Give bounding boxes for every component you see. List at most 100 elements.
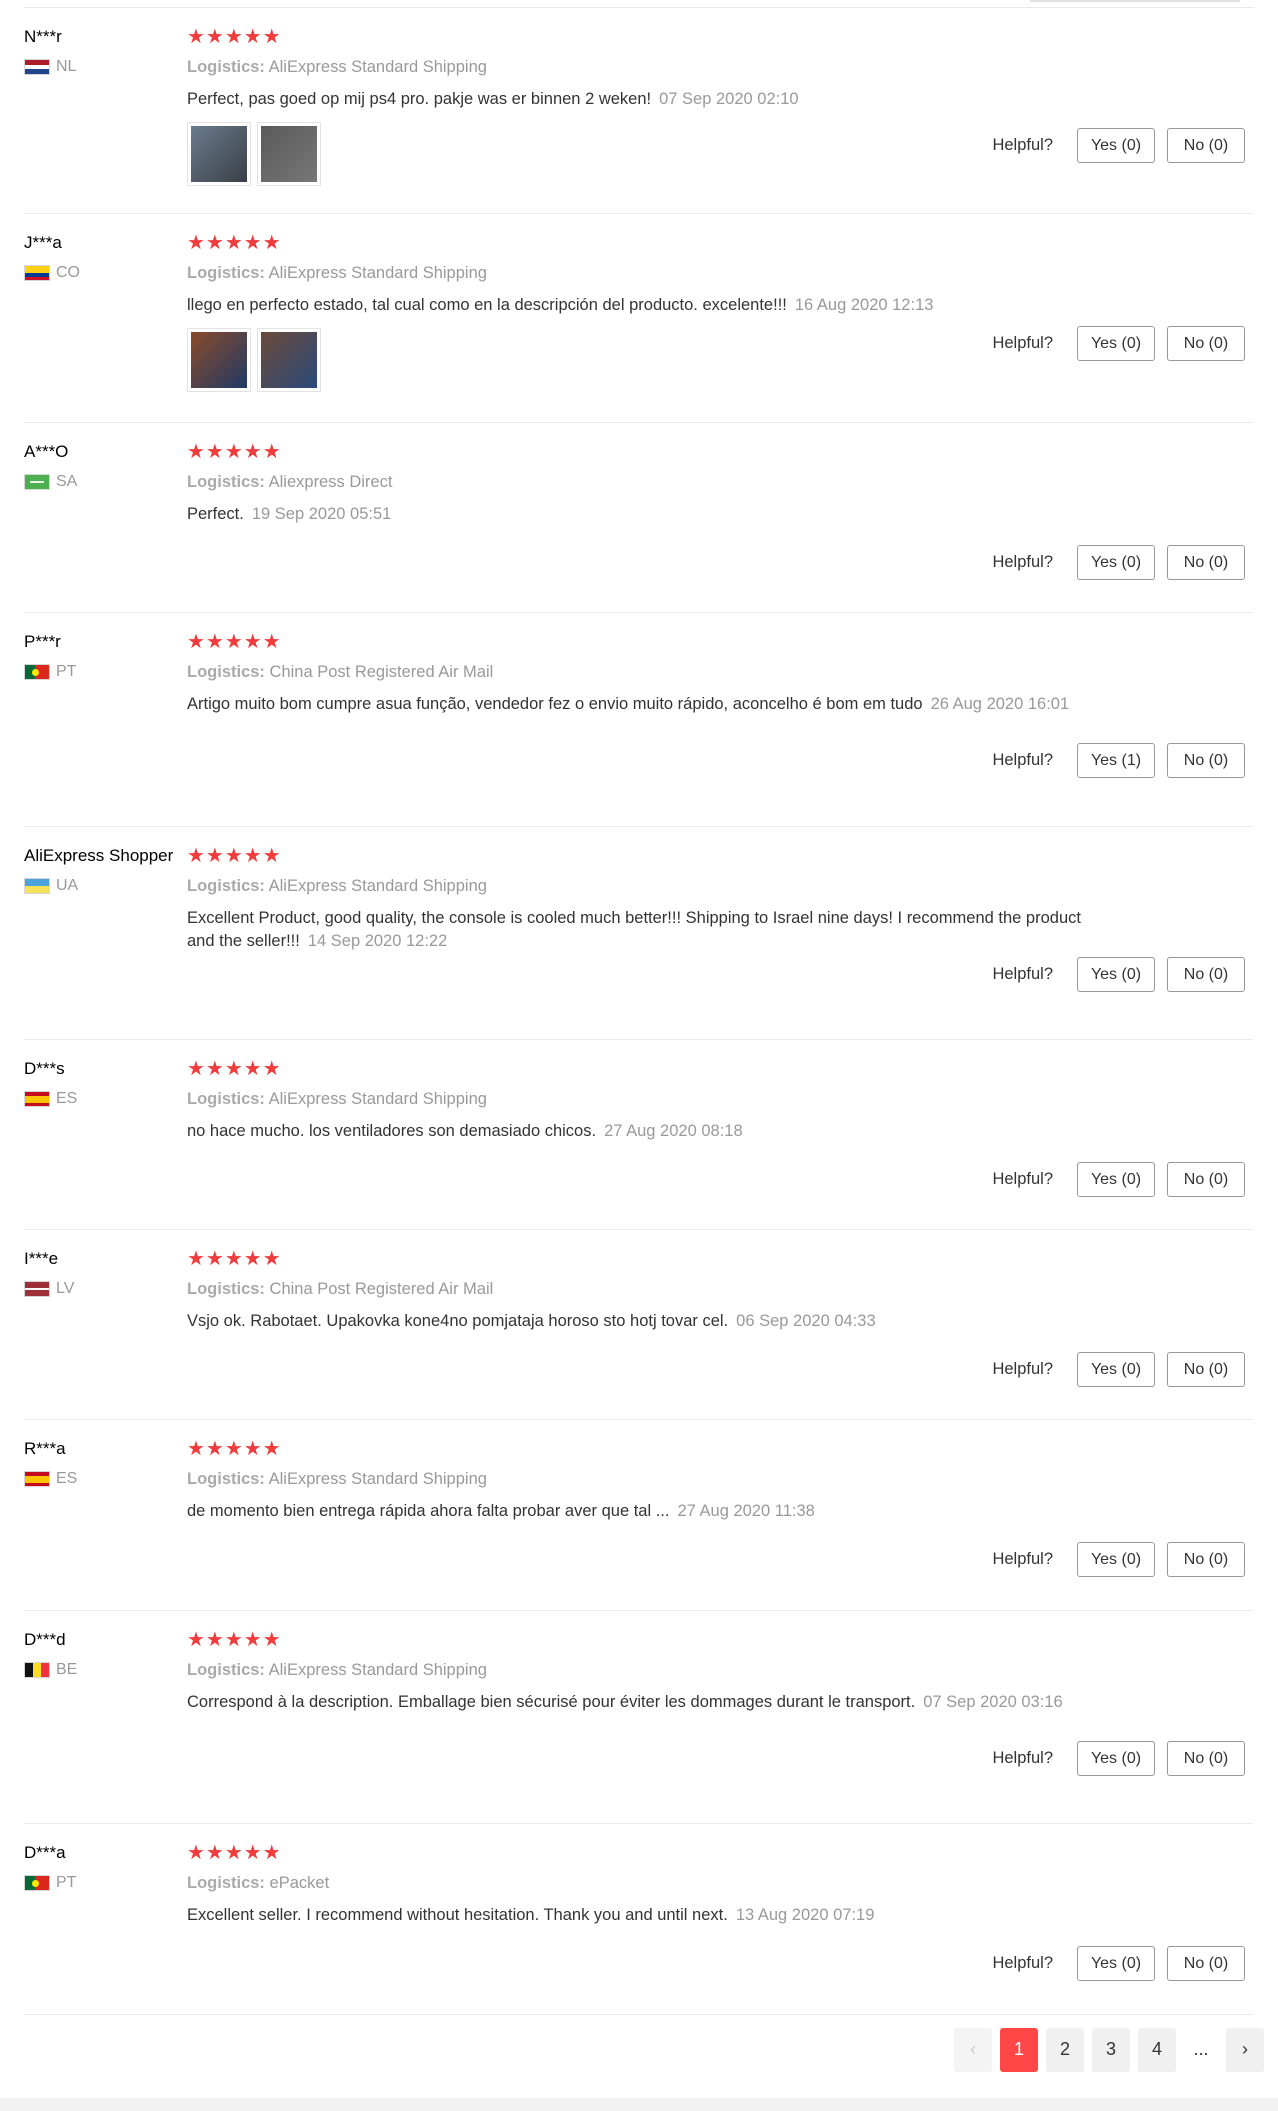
page-1-button[interactable]: 1 [1000, 2027, 1038, 2072]
country-code: NL [56, 58, 77, 75]
page-4-button[interactable]: 4 [1138, 2027, 1176, 2072]
helpful-controls: Helpful? Yes (0) No (0) [992, 1741, 1245, 1776]
review-item: D***a PT ★★★★★ Logistics: ePacket Excellent … [24, 1824, 1253, 2015]
helpful-no-button[interactable]: No (0) [1167, 1946, 1245, 1981]
star-rating-icon: ★★★★★ [187, 1842, 282, 1864]
helpful-controls: Helpful? Yes (0) No (0) [992, 1946, 1245, 1981]
review-photo-thumbnail[interactable] [257, 328, 321, 392]
next-page-button[interactable]: › [1226, 2027, 1264, 2072]
review-date: 06 Sep 2020 04:33 [736, 1312, 876, 1330]
review-date: 13 Aug 2020 07:19 [735, 1906, 875, 1924]
helpful-no-button[interactable]: No (0) [1167, 1542, 1245, 1577]
star-rating-icon: ★★★★★ [187, 232, 282, 254]
helpful-yes-button[interactable]: Yes (0) [1077, 957, 1155, 992]
country-code: UA [56, 877, 79, 894]
helpful-controls: Helpful? Yes (0) No (0) [992, 545, 1245, 580]
logistics-label: Logistics: [187, 473, 265, 491]
country-flag-icon [24, 664, 50, 680]
country-code: ES [56, 1470, 78, 1487]
helpful-yes-button[interactable]: Yes (0) [1077, 1542, 1155, 1577]
reviewer-name: AliExpress Shopper [24, 846, 174, 865]
pagination-ellipsis: ... [1193, 2039, 1209, 2059]
review-text: Perfect, pas goed op mij ps4 pro. pakje … [187, 88, 1107, 111]
reviewer-name: D***d [24, 1630, 66, 1649]
helpful-no-button[interactable]: No (0) [1167, 1162, 1245, 1197]
top-divider [0, 0, 1278, 8]
logistics-label: Logistics: [187, 1661, 265, 1679]
review-body: ★★★★★ Logistics: China Post Registered Ai… [187, 631, 1107, 716]
review-photo-thumbnail[interactable] [187, 328, 251, 392]
reviewer-name: R***a [24, 1439, 66, 1458]
reviewer-country: PT [24, 1874, 184, 1892]
review-content: Vsjo ok. Rabotaet. Upakovka kone4no pomj… [187, 1312, 729, 1330]
logistics-method: AliExpress Standard Shipping [268, 1090, 487, 1108]
helpful-yes-button[interactable]: Yes (0) [1077, 1352, 1155, 1387]
reviewer-country: ES [24, 1470, 184, 1488]
reviewer-name: P***r [24, 632, 61, 651]
country-code: BE [56, 1661, 78, 1678]
review-date: 16 Aug 2020 12:13 [794, 296, 934, 314]
country-code: CO [56, 264, 80, 281]
helpful-yes-button[interactable]: Yes (0) [1077, 1946, 1155, 1981]
sort-dropdown-edge[interactable] [1030, 0, 1240, 2]
reviewer-country: SA [24, 473, 184, 491]
prev-page-button[interactable]: ‹ [954, 2027, 992, 2072]
review-content: Excellent seller. I recommend without he… [187, 1906, 728, 1924]
review-body: ★★★★★ Logistics: AliExpress Standard Ship… [187, 1058, 1107, 1143]
review-photo-thumbnail[interactable] [257, 122, 321, 186]
review-body: ★★★★★ Logistics: AliExpress Standard Ship… [187, 26, 1107, 186]
reviewer-country: UA [24, 877, 184, 895]
country-code: PT [56, 663, 77, 680]
review-content: Perfect. [187, 505, 244, 523]
review-date: 27 Aug 2020 11:38 [677, 1502, 815, 1520]
review-content: llego en perfecto estado, tal cual como … [187, 296, 787, 314]
helpful-yes-button[interactable]: Yes (0) [1077, 1741, 1155, 1776]
logistics-label: Logistics: [187, 1090, 265, 1108]
review-item: R***a ES ★★★★★ Logistics: AliExpress Standa… [24, 1420, 1253, 1611]
review-photo-thumbnail[interactable] [187, 122, 251, 186]
helpful-no-button[interactable]: No (0) [1167, 128, 1245, 163]
review-list: N***r NL ★★★★★ Logistics: AliExpress Standa… [24, 8, 1253, 2015]
helpful-no-button[interactable]: No (0) [1167, 743, 1245, 778]
helpful-yes-button[interactable]: Yes (0) [1077, 128, 1155, 163]
reviewer-info: D***s ES [24, 1058, 184, 1108]
reviewer-name: I***e [24, 1249, 59, 1268]
country-code: SA [56, 473, 78, 490]
review-text: Excellent Product, good quality, the con… [187, 907, 1107, 953]
page-2-button[interactable]: 2 [1046, 2027, 1084, 2072]
helpful-label: Helpful? [992, 1170, 1053, 1188]
logistics-info: Logistics: AliExpress Standard Shipping [187, 263, 1107, 283]
logistics-label: Logistics: [187, 1470, 265, 1488]
review-body: ★★★★★ Logistics: AliExpress Standard Ship… [187, 845, 1107, 953]
review-text: Correspond à la description. Emballage b… [187, 1691, 1107, 1714]
star-rating-icon: ★★★★★ [187, 1438, 282, 1460]
logistics-info: Logistics: AliExpress Standard Shipping [187, 876, 1107, 896]
helpful-no-button[interactable]: No (0) [1167, 1352, 1245, 1387]
helpful-label: Helpful? [992, 1360, 1053, 1378]
logistics-info: Logistics: Aliexpress Direct [187, 472, 1107, 492]
review-text: de momento bien entrega rápida ahora fal… [187, 1500, 1107, 1523]
country-flag-icon [24, 878, 50, 894]
page-3-button[interactable]: 3 [1092, 2027, 1130, 2072]
helpful-yes-button[interactable]: Yes (0) [1077, 1162, 1155, 1197]
footer-strip [0, 2098, 1278, 2111]
logistics-info: Logistics: China Post Registered Air Mai… [187, 662, 1107, 682]
logistics-label: Logistics: [187, 1280, 265, 1298]
country-flag-icon [24, 474, 50, 490]
review-item: A***O SA ★★★★★ Logistics: Aliexpress Direct… [24, 423, 1253, 613]
logistics-info: Logistics: AliExpress Standard Shipping [187, 1660, 1107, 1680]
review-text: Vsjo ok. Rabotaet. Upakovka kone4no pomj… [187, 1310, 1107, 1333]
helpful-label: Helpful? [992, 751, 1053, 769]
logistics-info: Logistics: China Post Registered Air Mai… [187, 1279, 1107, 1299]
helpful-no-button[interactable]: No (0) [1167, 957, 1245, 992]
helpful-yes-button[interactable]: Yes (0) [1077, 545, 1155, 580]
review-item: I***e LV ★★★★★ Logistics: China Post Regist… [24, 1230, 1253, 1420]
helpful-no-button[interactable]: No (0) [1167, 545, 1245, 580]
star-rating-icon: ★★★★★ [187, 26, 282, 48]
review-text: Perfect. 19 Sep 2020 05:51 [187, 503, 1107, 526]
helpful-label: Helpful? [992, 1954, 1053, 1972]
helpful-no-button[interactable]: No (0) [1167, 1741, 1245, 1776]
helpful-no-button[interactable]: No (0) [1167, 326, 1245, 361]
helpful-yes-button[interactable]: Yes (0) [1077, 326, 1155, 361]
helpful-yes-button[interactable]: Yes (1) [1077, 743, 1155, 778]
